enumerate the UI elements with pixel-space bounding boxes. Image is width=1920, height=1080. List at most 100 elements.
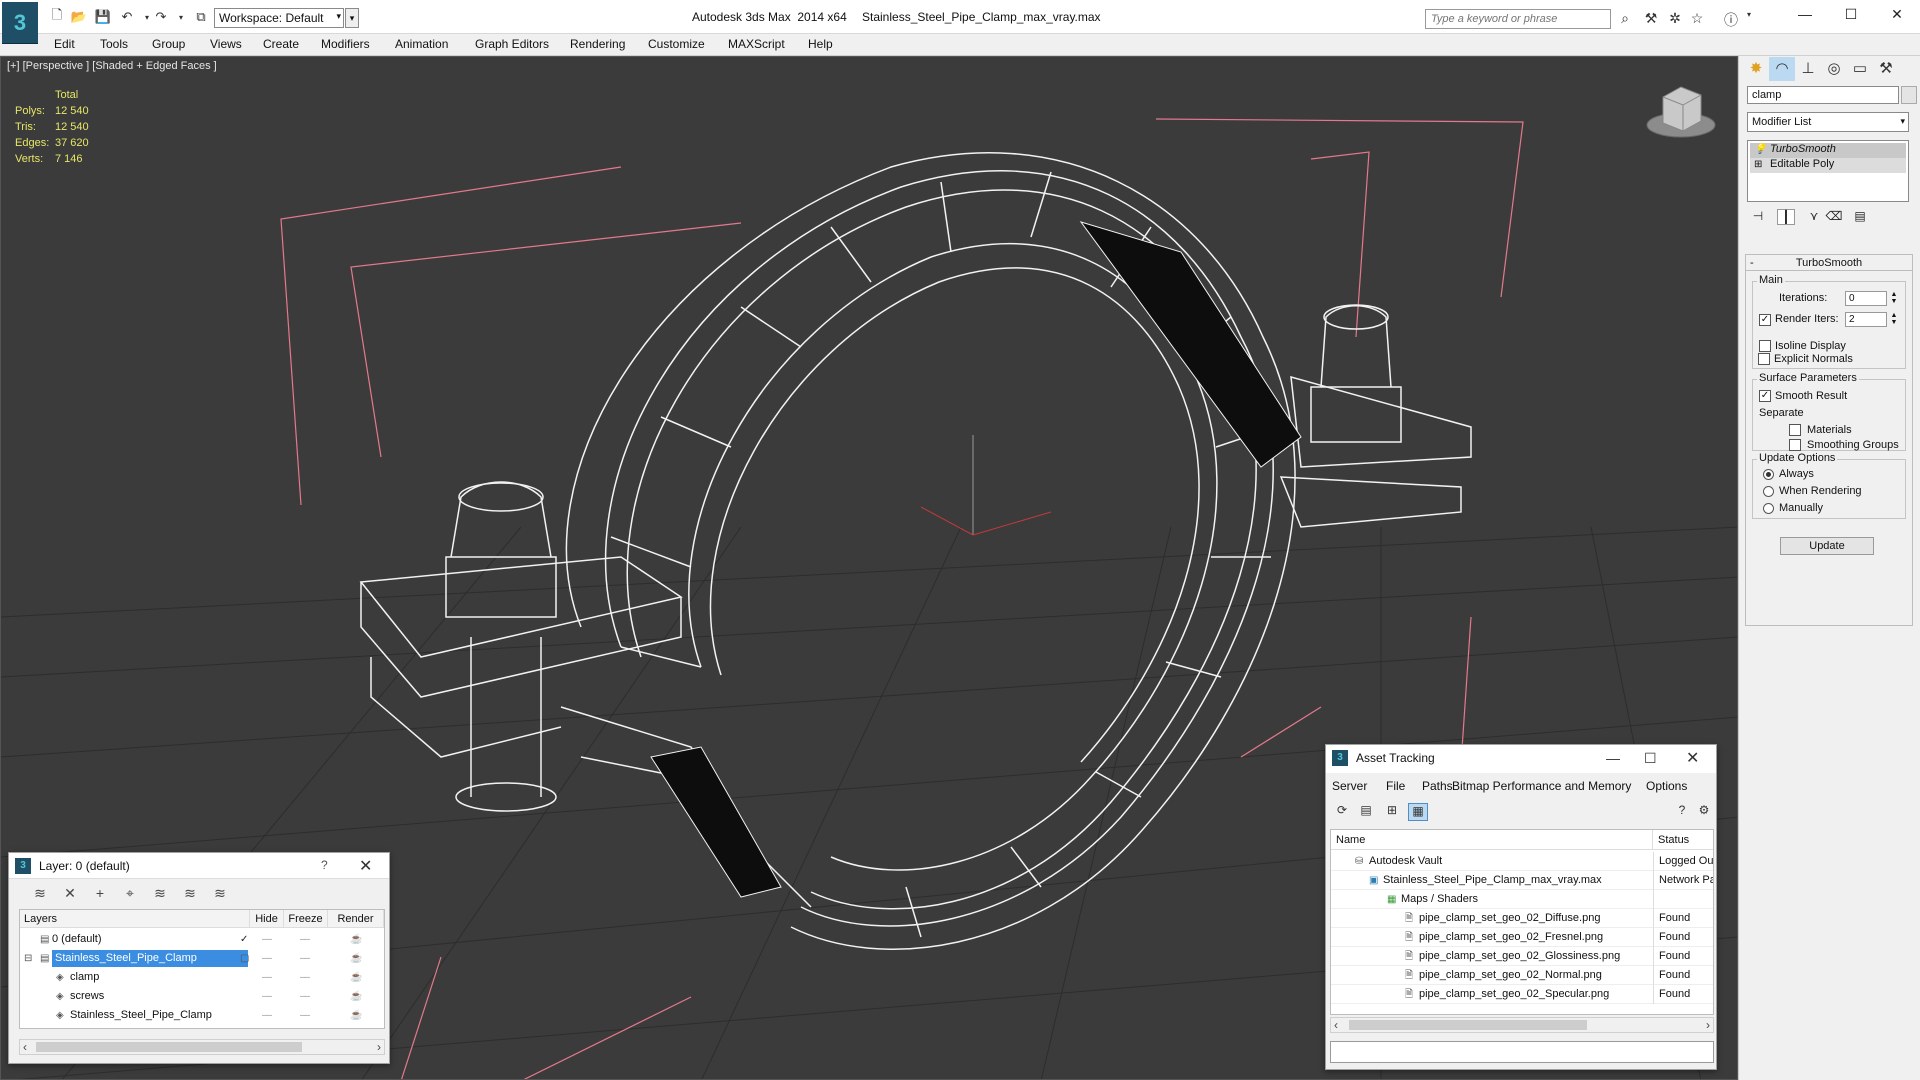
layer-row[interactable]: ◈ screws –– –– ☕ [20,987,384,1006]
app-logo-icon[interactable]: 3 [2,2,38,44]
when-rendering-radio[interactable] [1763,486,1774,497]
layer-row[interactable]: ◈ clamp –– –– ☕ [20,968,384,987]
spinner-arrows-icon[interactable]: ▲ ▼ [1889,312,1899,327]
redo-icon[interactable]: ↷ [152,9,170,25]
column-header-layers[interactable]: Layers [20,910,250,928]
workspace-dropdown-button[interactable]: ▾ [345,8,359,28]
scroll-left-icon[interactable]: ‹ [1334,1018,1338,1032]
collapse-minus-icon[interactable]: ⊟ [24,949,32,968]
help-icon[interactable]: ? [321,858,328,872]
asset-row[interactable]: 🗎 pipe_clamp_set_geo_02_Specular.png Fou… [1331,985,1713,1004]
menu-maxscript[interactable]: MAXScript [728,37,785,51]
dialog-title-bar[interactable]: 3 Asset Tracking — ☐ ✕ [1326,745,1716,773]
menu-bitmap-performance[interactable]: Bitmap Performance and Memory [1452,779,1631,793]
make-current-box-icon[interactable]: ▢ [240,949,249,968]
menu-create[interactable]: Create [263,37,299,51]
freeze-toggle[interactable]: –– [300,968,310,987]
menu-graph-editors[interactable]: Graph Editors [475,37,549,51]
scroll-left-icon[interactable]: ‹ [23,1040,27,1054]
render-teapot-icon[interactable]: ☕ [350,987,362,1006]
create-tab-icon[interactable]: ✸ [1743,57,1769,81]
list-view-icon[interactable]: ▤ [1356,803,1376,821]
smoothing-groups-checkbox[interactable] [1789,439,1801,451]
show-end-result-icon[interactable]: ┃ [1777,209,1795,225]
menu-file[interactable]: File [1386,779,1405,793]
create-layer-icon[interactable]: ≋ [29,885,51,903]
stack-item-turbosmooth[interactable]: 💡 TurboSmooth [1750,143,1906,158]
menu-options[interactable]: Options [1646,779,1687,793]
binoculars-icon[interactable]: ⌕ [1616,10,1634,26]
render-teapot-icon[interactable]: ☕ [350,968,362,987]
asset-row[interactable]: 🗎 pipe_clamp_set_geo_02_Fresnel.png Foun… [1331,928,1713,947]
menu-animation[interactable]: Animation [395,37,448,51]
render-teapot-icon[interactable]: ☕ [350,1006,362,1025]
minimize-icon[interactable]: — [1606,750,1620,766]
asset-row[interactable]: 🗎 pipe_clamp_set_geo_02_Diffuse.png Foun… [1331,909,1713,928]
asset-row[interactable]: ▦ Maps / Shaders [1331,890,1713,909]
favorites-star-icon[interactable]: ☆ [1688,10,1706,26]
explicit-normals-checkbox[interactable] [1758,353,1770,365]
refresh-icon[interactable]: ⟳ [1332,803,1352,821]
minimize-button[interactable]: — [1790,6,1820,26]
asset-row[interactable]: ⛁ Autodesk Vault Logged Out [1331,852,1713,871]
active-layer-check-icon[interactable]: ✓ [240,930,248,949]
modify-tab-icon[interactable]: ◠ [1769,57,1795,81]
menu-server[interactable]: Server [1332,779,1367,793]
hide-toggle[interactable]: –– [262,987,272,1006]
search-input[interactable] [1425,9,1611,29]
asset-row[interactable]: ▣ Stainless_Steel_Pipe_Clamp_max_vray.ma… [1331,871,1713,890]
help-dropdown-icon[interactable]: ▾ [1740,10,1758,26]
scrollbar-thumb[interactable] [1349,1020,1587,1030]
hierarchy-tab-icon[interactable]: ⊥ [1795,57,1821,81]
remove-modifier-icon[interactable]: ⌫ [1825,209,1843,225]
settings-help-icon[interactable]: ⚙ [1694,803,1714,821]
scroll-right-icon[interactable]: › [1706,1018,1710,1032]
delete-layer-icon[interactable]: ✕ [59,885,81,903]
modifier-list-dropdown[interactable]: Modifier List ▾ [1747,112,1909,132]
update-button[interactable]: Update [1780,537,1874,555]
viewcube-icon[interactable] [1646,86,1716,138]
configure-sets-icon[interactable]: ▤ [1851,209,1869,225]
menu-tools[interactable]: Tools [100,37,128,51]
table-view-icon[interactable]: ▦ [1408,803,1428,821]
asset-path-field[interactable] [1330,1041,1714,1063]
freeze-all-icon[interactable]: ≋ [209,885,231,903]
detail-view-icon[interactable]: ⊞ [1382,803,1402,821]
object-name-field[interactable]: clamp [1747,86,1899,104]
project-folder-icon[interactable]: ⧉ [192,9,210,25]
freeze-toggle[interactable]: –– [300,1006,310,1025]
help-icon[interactable]: ⓘ [1722,10,1740,28]
render-teapot-icon[interactable]: ☕ [350,949,362,968]
undo-icon[interactable]: ↶ [118,9,136,25]
column-header-name[interactable]: Name [1331,830,1653,850]
manually-radio[interactable] [1763,503,1774,514]
redo-dropdown-icon[interactable]: ▾ [172,9,190,25]
hide-toggle[interactable]: –– [262,949,272,968]
maximize-icon[interactable]: ☐ [1644,750,1657,767]
pin-stack-icon[interactable]: ⊣ [1749,209,1767,225]
layer-row[interactable]: ⊟ ▤ Stainless_Steel_Pipe_Clamp ▢ –– –– ☕ [20,949,384,968]
column-header-render[interactable]: Render [328,910,384,928]
iterations-spinner[interactable]: 0 [1845,291,1887,306]
layer-row[interactable]: ▤ 0 (default) ✓ –– –– ☕ [20,930,384,949]
render-iters-spinner[interactable]: 2 [1845,312,1887,327]
horizontal-scrollbar[interactable]: ‹ › [19,1039,385,1055]
hide-toggle[interactable]: –– [262,930,272,949]
motion-tab-icon[interactable]: ◎ [1821,57,1847,81]
menu-edit[interactable]: Edit [54,37,75,51]
expand-plus-icon[interactable]: ⊞ [1754,159,1762,170]
layer-row[interactable]: ◈ Stainless_Steel_Pipe_Clamp –– –– ☕ [20,1006,384,1025]
always-radio[interactable] [1763,469,1774,480]
subscription-icon[interactable]: ⚒ [1642,10,1660,26]
menu-paths[interactable]: Paths [1422,779,1453,793]
freeze-toggle[interactable]: –– [300,949,310,968]
make-unique-icon[interactable]: ⋎ [1805,209,1823,225]
communication-icon[interactable]: ✲ [1666,10,1684,26]
close-icon[interactable]: ✕ [1686,748,1699,768]
save-file-icon[interactable]: 💾 [94,9,112,25]
render-iters-checkbox[interactable]: ✓ [1759,314,1771,326]
workspace-select[interactable]: Workspace: Default ▾ [214,8,344,28]
hide-toggle[interactable]: –– [262,968,272,987]
smooth-result-checkbox[interactable]: ✓ [1759,390,1771,402]
close-button[interactable]: ✕ [1882,6,1912,26]
